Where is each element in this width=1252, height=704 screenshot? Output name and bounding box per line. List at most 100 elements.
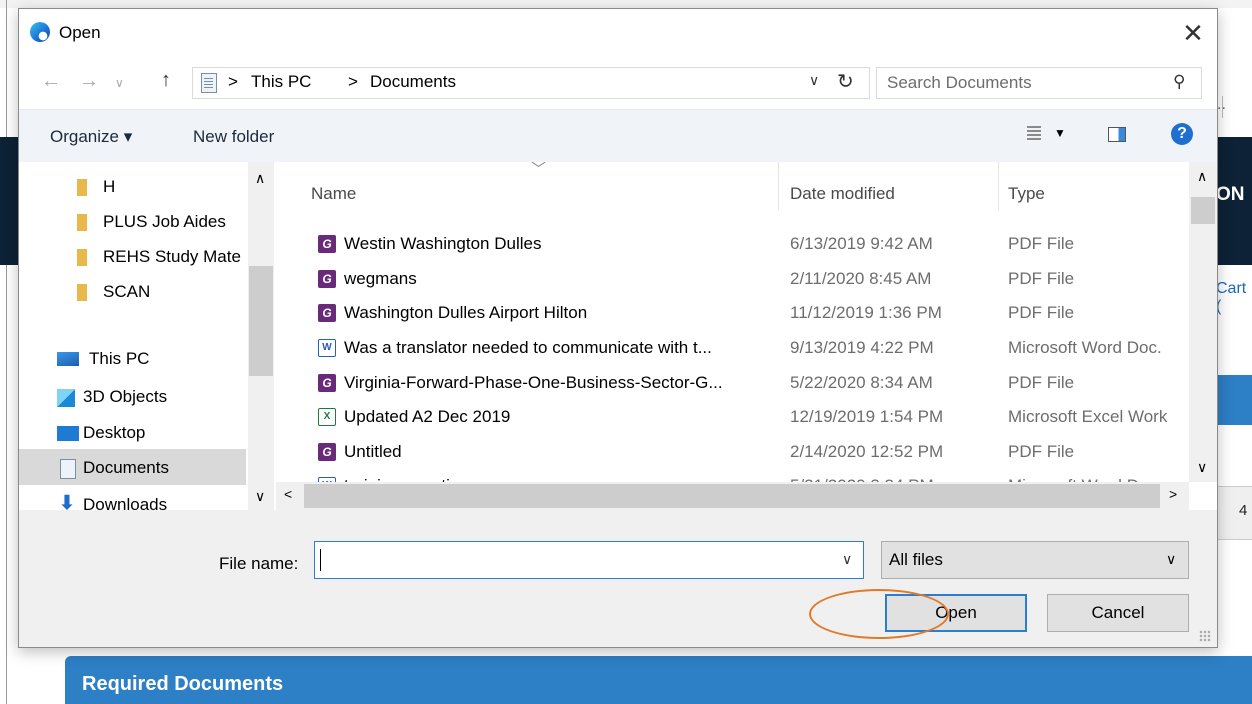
organize-button[interactable]: Organize ▾	[50, 127, 132, 147]
back-button[interactable]: ←	[41, 70, 61, 93]
browser-menu-fragment[interactable]: ..	[1217, 96, 1226, 114]
breadcrumb-separator[interactable]: >	[228, 72, 238, 92]
file-row[interactable]: X Updated A2 Dec 2019 12/19/2019 1:54 PM…	[276, 400, 1189, 434]
downloads-icon: ⬇	[59, 493, 75, 510]
search-box[interactable]: Search Documents ⚲	[876, 67, 1202, 99]
chevron-left-icon[interactable]: <	[284, 486, 292, 502]
column-header-name[interactable]: Name	[311, 184, 356, 204]
refresh-icon[interactable]: ↻	[837, 69, 854, 94]
excel-file-icon: X	[318, 408, 336, 426]
pdf-file-icon: G	[318, 443, 336, 461]
column-header-date[interactable]: Date modified	[790, 184, 895, 204]
nav-item-desktop[interactable]: Desktop	[19, 416, 246, 450]
file-list-vertical-scrollbar[interactable]: ∧ ∨	[1189, 162, 1217, 482]
cancel-button[interactable]: Cancel	[1047, 594, 1189, 632]
file-type: Microsoft Excel Work	[1008, 407, 1168, 426]
breadcrumb-documents[interactable]: Documents	[370, 72, 456, 92]
file-row[interactable]: G wegmans 2/11/2020 8:45 AM PDF File	[276, 262, 1189, 296]
dialog-title: Open	[59, 23, 101, 42]
file-row[interactable]: G Virginia-Forward-Phase-One-Business-Se…	[276, 366, 1189, 400]
breadcrumb-separator[interactable]: >	[348, 72, 358, 92]
chevron-down-icon[interactable]: ∨	[842, 551, 852, 568]
nav-item-documents[interactable]: Documents	[19, 451, 246, 485]
nav-item-label: Downloads	[83, 495, 168, 510]
resize-grip[interactable]	[1199, 630, 1211, 642]
file-date: 9/13/2019 4:22 PM	[790, 338, 934, 357]
nav-item-label: H	[103, 177, 116, 196]
up-button[interactable]: ↑	[161, 69, 171, 92]
file-type-filter[interactable]: All files ∨	[881, 541, 1189, 579]
preview-pane-icon[interactable]	[1108, 127, 1126, 142]
search-icon[interactable]: ⚲	[1173, 72, 1185, 92]
text-caret	[320, 549, 321, 571]
nav-item-rehs-study[interactable]: REHS Study Mate	[19, 240, 246, 274]
nav-item-this-pc[interactable]: This PC	[19, 342, 246, 376]
word-file-icon: W	[318, 339, 336, 357]
file-type: PDF File	[1008, 303, 1075, 322]
view-dropdown-icon[interactable]: ▼	[1054, 126, 1066, 140]
forward-button[interactable]: →	[79, 70, 99, 93]
column-header-type[interactable]: Type	[1008, 184, 1045, 204]
nav-pane-scrollbar[interactable]: ∧ ∨	[248, 162, 274, 510]
file-row[interactable]: G Untitled 2/14/2020 12:52 PM PDF File	[276, 435, 1189, 469]
chevron-down-icon[interactable]: ∨	[255, 488, 265, 505]
pdf-file-icon: G	[318, 270, 336, 288]
folder-icon	[77, 179, 87, 196]
help-icon[interactable]: ?	[1171, 123, 1193, 145]
nav-item-downloads[interactable]: ⬇ Downloads	[19, 488, 246, 510]
chevron-down-icon: ∨	[1166, 551, 1177, 567]
chevron-up-icon[interactable]: ∧	[1197, 168, 1207, 185]
column-separator[interactable]	[778, 162, 779, 210]
close-icon: ✕	[1182, 17, 1204, 48]
nav-item-label: Desktop	[83, 423, 146, 442]
chevron-down-icon[interactable]: ∨	[1197, 459, 1207, 476]
search-placeholder: Search Documents	[887, 73, 1032, 92]
new-folder-button[interactable]: New folder	[193, 127, 274, 147]
recent-locations-button[interactable]: ∨	[115, 76, 124, 90]
close-button[interactable]: ✕	[1169, 9, 1217, 57]
dialog-titlebar[interactable]: Open ✕	[19, 9, 1217, 57]
pagination-number: 4	[1239, 502, 1248, 519]
view-options-icon[interactable]	[1027, 126, 1041, 140]
file-row[interactable]: W Was a translator needed to communicate…	[276, 331, 1189, 365]
chevron-up-icon[interactable]: ∧	[255, 170, 265, 187]
nav-item-label: PLUS Job Aides	[103, 212, 226, 231]
nav-item-scan[interactable]: SCAN	[19, 275, 246, 309]
file-list-horizontal-scrollbar[interactable]: < >	[276, 482, 1189, 510]
edge-icon	[30, 22, 50, 42]
nav-item-plus-job-aides[interactable]: PLUS Job Aides	[19, 205, 246, 239]
documents-icon	[60, 459, 76, 479]
folder-icon	[77, 214, 87, 231]
desktop-icon	[57, 426, 79, 441]
breadcrumb-this-pc[interactable]: This PC	[251, 72, 311, 92]
file-name: Untitled	[344, 442, 402, 461]
address-bar[interactable]: > This PC > Documents ∨ ↻	[192, 67, 870, 99]
scrollbar-thumb[interactable]	[1191, 197, 1215, 224]
page-blue-button-fragment[interactable]	[1217, 375, 1252, 425]
file-row[interactable]: G Washington Dulles Airport Hilton 11/12…	[276, 296, 1189, 330]
scrollbar-thumb[interactable]	[304, 484, 1160, 508]
page-edge	[6, 0, 7, 704]
scrollbar-thumb[interactable]	[249, 266, 273, 376]
nav-item-h[interactable]: H	[19, 170, 246, 204]
nav-item-label: This PC	[89, 349, 150, 368]
file-name-input[interactable]: ∨	[314, 541, 864, 579]
pagination-fragment[interactable]: 4	[1217, 486, 1252, 540]
required-documents-title: Required Documents	[82, 673, 284, 695]
cart-link-fragment[interactable]: Cart (	[1216, 280, 1252, 316]
folder-icon	[77, 249, 87, 266]
file-row[interactable]: G Westin Washington Dulles 6/13/2019 9:4…	[276, 227, 1189, 261]
file-type-filter-value: All files	[889, 550, 943, 569]
3d-objects-icon	[57, 389, 75, 407]
computer-icon	[57, 352, 79, 366]
chevron-right-icon[interactable]: >	[1169, 486, 1177, 502]
nav-item-label: REHS Study Mate	[103, 247, 241, 266]
file-name: Was a translator needed to communicate w…	[344, 338, 712, 357]
file-name: Updated A2 Dec 2019	[344, 407, 511, 426]
nav-item-3d-objects[interactable]: 3D Objects	[19, 380, 246, 414]
file-date: 11/12/2019 1:36 PM	[790, 303, 942, 322]
column-separator[interactable]	[998, 162, 999, 210]
chevron-down-icon[interactable]: ∨	[809, 72, 819, 89]
open-file-dialog: Open ✕ ← → ∨ ↑ > This PC > Documents ∨ ↻…	[18, 8, 1218, 648]
file-type: Microsoft Word Doc.	[1008, 338, 1162, 357]
